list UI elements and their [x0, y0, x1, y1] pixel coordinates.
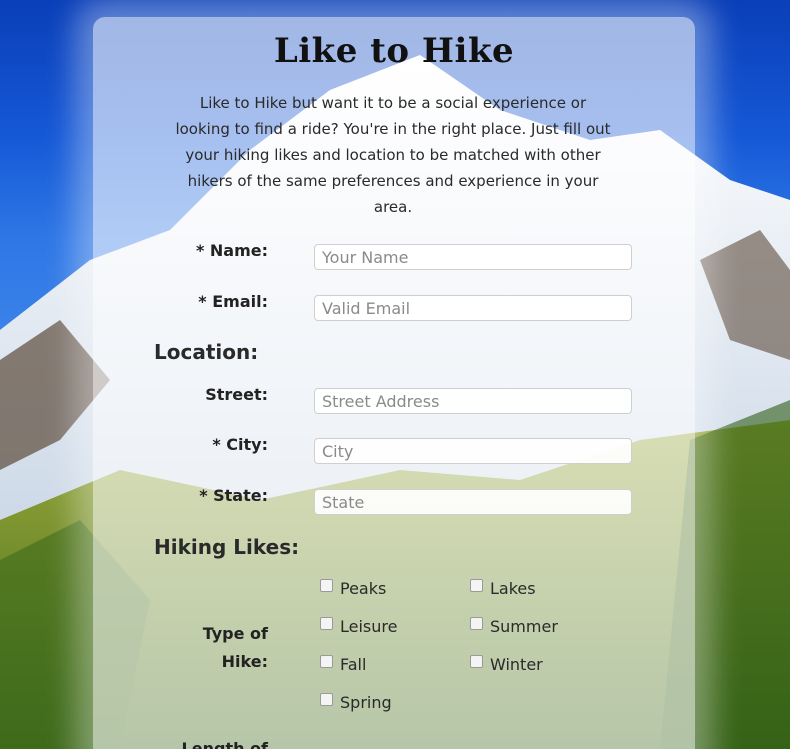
checkbox-peaks[interactable]: Peaks [320, 579, 386, 598]
checkbox-winter[interactable]: Winter [470, 655, 543, 674]
checkbox-summer[interactable]: Summer [470, 617, 558, 636]
checkbox-box[interactable] [320, 655, 333, 668]
checkbox-label: Lakes [490, 579, 536, 598]
checkbox-label: Winter [490, 655, 543, 674]
hiking-likes-heading: Hiking Likes: [154, 535, 300, 559]
checkbox-label: Summer [490, 617, 558, 636]
intro-text: Like to Hike but want it to be a social … [175, 94, 611, 216]
checkbox-fall[interactable]: Fall [320, 655, 366, 674]
checkbox-lakes[interactable]: Lakes [470, 579, 536, 598]
checkbox-label: Fall [340, 655, 367, 674]
checkbox-box[interactable] [320, 617, 333, 630]
name-label: * Name: [195, 241, 268, 260]
checkbox-label: Leisure [340, 617, 398, 636]
name-input[interactable] [314, 244, 632, 270]
checkbox-box[interactable] [320, 693, 333, 706]
type-of-hike-label: Type of Hike: [202, 624, 268, 671]
checkbox-box[interactable] [470, 579, 483, 592]
checkbox-box[interactable] [470, 617, 483, 630]
state-label: * State: [199, 486, 268, 505]
page-title: Like to Hike [273, 31, 515, 71]
checkbox-box[interactable] [470, 655, 483, 668]
state-input[interactable] [314, 489, 632, 515]
signup-form-card: Like to Hike Like to Hike but want it to… [93, 17, 695, 749]
street-label: Street: [205, 385, 268, 404]
street-input[interactable] [314, 388, 632, 414]
email-input[interactable] [314, 295, 632, 321]
location-heading: Location: [154, 340, 259, 364]
checkbox-label: Peaks [340, 579, 387, 598]
checkbox-spring[interactable]: Spring [320, 693, 392, 712]
checkbox-box[interactable] [320, 579, 333, 592]
city-input[interactable] [314, 438, 632, 464]
length-of-hike-label: Length of [181, 739, 268, 749]
checkbox-leisure[interactable]: Leisure [320, 617, 397, 636]
email-label: * Email: [198, 292, 268, 311]
page-background: Like to Hike Like to Hike but want it to… [0, 0, 790, 749]
checkbox-label: Spring [340, 693, 392, 712]
city-label: * City: [212, 435, 268, 454]
